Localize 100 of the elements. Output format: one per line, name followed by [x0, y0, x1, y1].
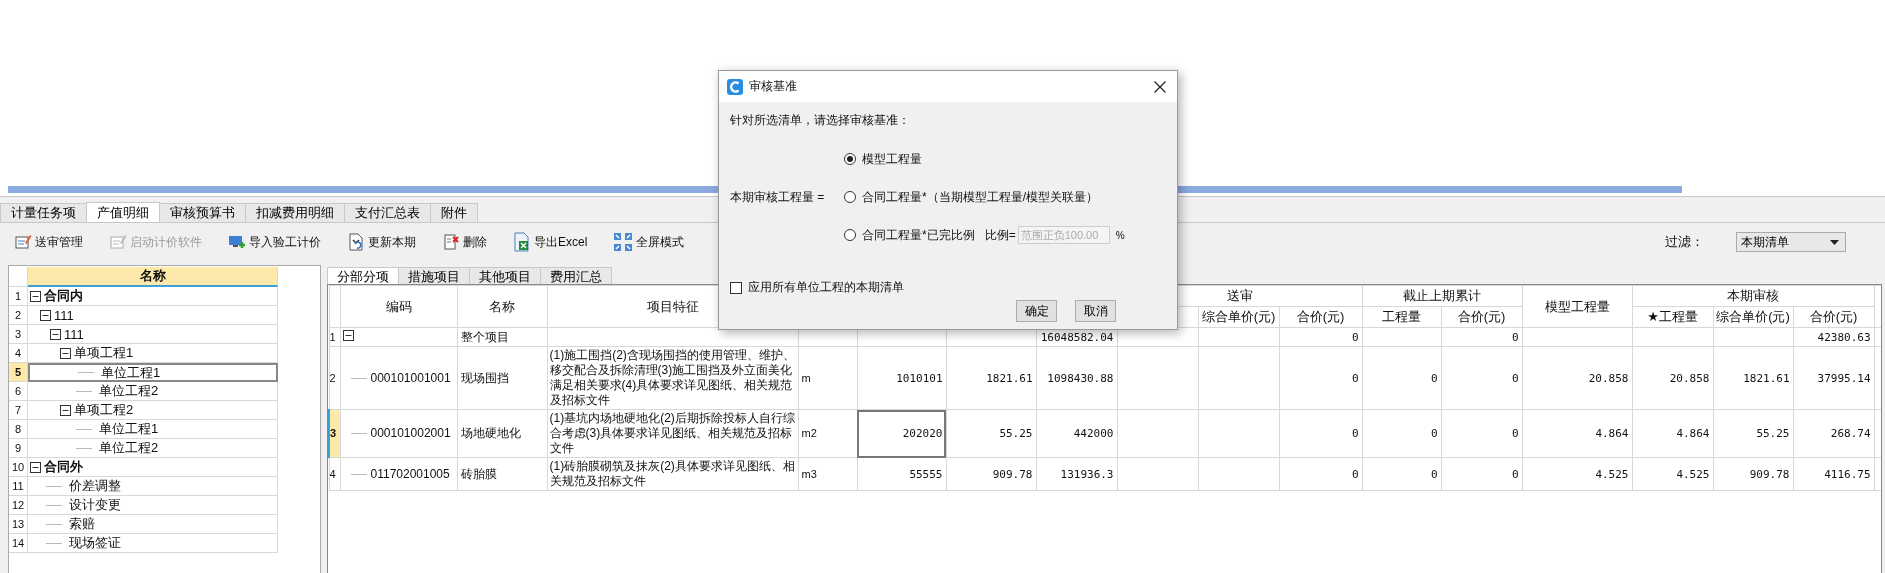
- close-icon[interactable]: [1154, 80, 1166, 93]
- table-cell: 0: [1351, 467, 1359, 481]
- table-cell: 0: [1351, 427, 1359, 440]
- table-cell: 16048582.04: [1040, 330, 1114, 344]
- tree-item[interactable]: 单位工程2: [28, 382, 278, 401]
- table-cell: 4.864: [1595, 427, 1629, 440]
- prompt-text: 针对所选清单，请选择审核基准：: [730, 112, 911, 129]
- column-header: 名称: [28, 267, 278, 287]
- table-cell: 55555: [857, 457, 946, 491]
- tree-item[interactable]: 合同内: [28, 287, 278, 306]
- ratio-field[interactable]: 范围正负100.00: [1017, 226, 1110, 244]
- tab[interactable]: 扣减费用明细: [245, 203, 345, 222]
- table-cell: 0: [1511, 371, 1519, 385]
- tree-item[interactable]: 价差调整: [28, 477, 278, 496]
- tab[interactable]: 计量任务项: [0, 203, 87, 222]
- column-header: 编码: [340, 285, 457, 328]
- tree-item[interactable]: 单项工程1: [28, 344, 278, 363]
- row-number: 2: [9, 306, 28, 325]
- table-cell: 0: [1511, 467, 1519, 481]
- ratio-label: 比例=: [984, 226, 1016, 244]
- row-number: 13: [9, 515, 28, 534]
- toolbar-button[interactable]: 导入验工计价: [226, 231, 323, 253]
- tree-item[interactable]: 单位工程1: [28, 420, 278, 439]
- minus-box-icon[interactable]: [50, 328, 61, 340]
- column-header: 截止上期累计: [1362, 285, 1522, 307]
- table-cell: 42380.63: [1817, 330, 1871, 344]
- column-header: 本期审核: [1632, 285, 1875, 307]
- tab[interactable]: 附件: [430, 203, 478, 222]
- tab[interactable]: 费用汇总: [540, 267, 612, 284]
- table-cell: m3: [801, 467, 817, 480]
- tab[interactable]: 产值明细: [86, 202, 160, 222]
- table-cell: 011702001005: [370, 466, 450, 482]
- table-cell: 55.25: [999, 427, 1033, 440]
- minus-box-icon[interactable]: [60, 347, 71, 359]
- tree-item[interactable]: 111: [28, 325, 278, 344]
- tab[interactable]: 分部分项: [327, 267, 399, 284]
- tree-item[interactable]: 111: [28, 306, 278, 325]
- form-pencil-icon: [109, 233, 127, 251]
- filter-dropdown[interactable]: 本期清单: [1736, 232, 1846, 252]
- row-number: 1: [9, 287, 28, 306]
- table-cell: 20.858: [1669, 371, 1710, 385]
- toolbar-button[interactable]: 更新本期: [345, 231, 418, 253]
- toolbar-button[interactable]: 导出Excel: [511, 230, 590, 254]
- column-header: 名称: [457, 285, 547, 328]
- table-cell: 1821.61: [1743, 371, 1790, 385]
- table-cell: (1)施工围挡(2)含现场围挡的使用管理、维护、移交配合及拆除清理(3)施工围挡及外立面美化满足相关要求(4)具体要求详见图纸、相关规范及招标文件: [549, 348, 795, 407]
- minus-box-icon[interactable]: [30, 461, 41, 473]
- tree-item[interactable]: 合同外: [28, 458, 278, 477]
- tab[interactable]: 措施项目: [398, 267, 470, 284]
- row-number: 6: [9, 382, 28, 401]
- document-arrow-icon: [347, 233, 365, 251]
- document-x-icon: [442, 233, 460, 251]
- table-cell: 整个项目: [460, 329, 509, 344]
- percent-label: %: [1115, 229, 1125, 241]
- monitor-plus-icon: [228, 233, 246, 251]
- table-cell: 4.525: [1595, 467, 1629, 481]
- dialog-title: 审核基准: [749, 78, 797, 95]
- table-cell: 0: [1351, 371, 1359, 385]
- row-number: 1: [329, 327, 340, 347]
- tree-item[interactable]: 设计变更: [28, 496, 278, 515]
- radio-option[interactable]: 合同工程量*已完比例: [844, 226, 975, 244]
- radio-option[interactable]: 模型工程量: [844, 150, 922, 168]
- table-cell: 4.525: [1676, 467, 1710, 481]
- table-cell: 砖胎膜: [460, 466, 497, 481]
- minus-box-icon[interactable]: [30, 290, 41, 302]
- row-number: 5: [9, 363, 28, 382]
- table-cell: 909.78: [992, 467, 1033, 481]
- table-cell: 4.864: [1676, 427, 1710, 440]
- table-cell: 000101001001: [370, 370, 451, 386]
- table-cell: 0: [1430, 371, 1438, 385]
- radio-option[interactable]: 合同工程量*（当期模型工程量/模型关联量）: [844, 188, 1098, 206]
- tree-item[interactable]: 单项工程2: [28, 401, 278, 420]
- tree-item[interactable]: 现场签证: [28, 534, 278, 553]
- minus-box-icon[interactable]: [342, 329, 354, 341]
- tree-item[interactable]: 索赔: [28, 515, 278, 534]
- table-cell: (1)砖胎膜砌筑及抹灰(2)具体要求详见图纸、相关规范及招标文件: [549, 459, 795, 488]
- minus-box-icon[interactable]: [60, 404, 71, 416]
- toolbar-button[interactable]: 送审管理: [12, 231, 85, 253]
- table-cell: m2: [801, 427, 817, 439]
- row-number: 14: [9, 534, 28, 553]
- row-number: 3: [329, 409, 340, 458]
- tab[interactable]: 审核预算书: [159, 203, 246, 222]
- toolbar-button[interactable]: 删除: [440, 231, 489, 253]
- filter-label: 过滤：: [1665, 233, 1704, 251]
- minus-box-icon[interactable]: [40, 309, 51, 321]
- spreadsheet-export-icon: [513, 232, 531, 252]
- tab[interactable]: 其他项目: [469, 267, 541, 284]
- tree-item[interactable]: 单位工程2: [28, 439, 278, 458]
- table-cell: 909.78: [1749, 467, 1790, 481]
- tree-item[interactable]: 单位工程1: [28, 363, 278, 382]
- table-cell: 现场围挡: [460, 370, 509, 385]
- table-cell: 0: [1351, 330, 1359, 344]
- table-cell: 000101002001: [370, 426, 451, 441]
- dialog-button[interactable]: 取消: [1075, 300, 1116, 322]
- tab[interactable]: 支付汇总表: [344, 203, 431, 222]
- dialog-button[interactable]: 确定: [1016, 300, 1057, 322]
- table-cell: 1010101: [857, 346, 946, 410]
- toolbar-button[interactable]: 全屏模式: [611, 230, 687, 254]
- table-cell: 37995.14: [1817, 371, 1871, 385]
- formula-label: 本期审核工程量 =: [730, 188, 826, 206]
